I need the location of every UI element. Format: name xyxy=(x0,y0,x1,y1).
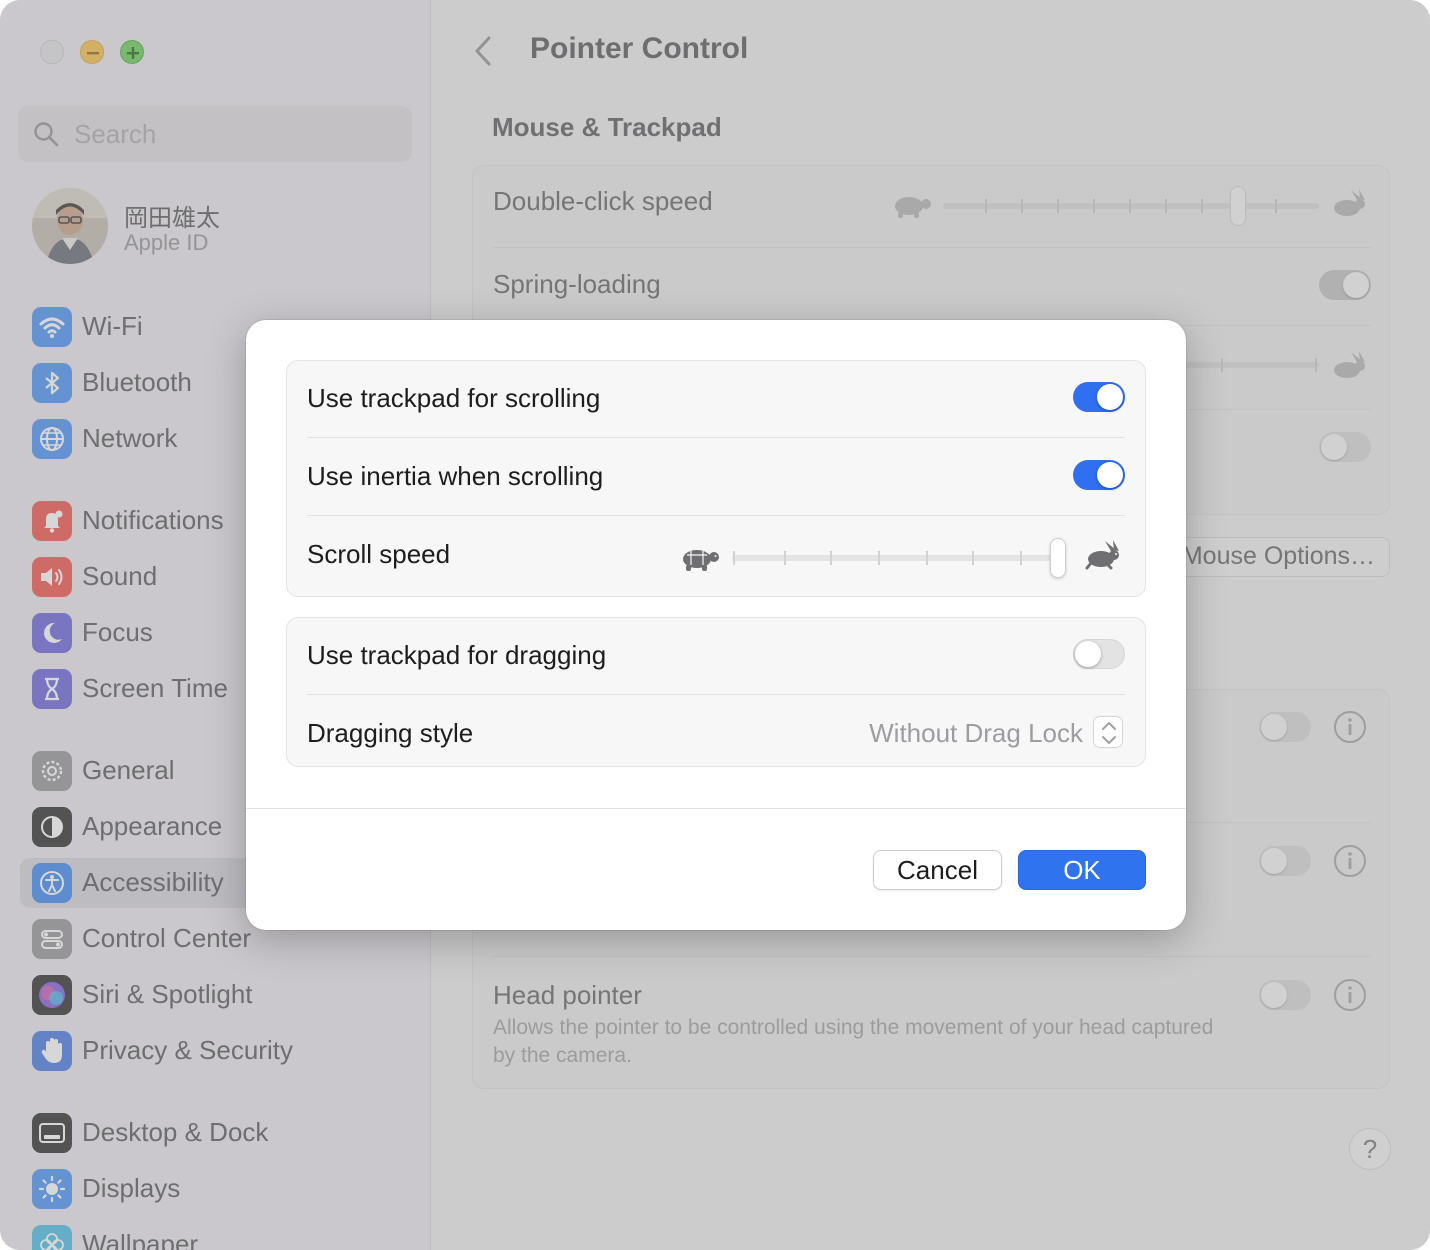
dragging-style-label: Dragging style xyxy=(307,718,474,748)
dragging-group: Use trackpad for dragging Dragging style… xyxy=(286,617,1146,767)
turtle-icon xyxy=(683,550,719,571)
scrolling-group: Use trackpad for scrolling Use inertia w… xyxy=(286,360,1146,597)
ok-button[interactable]: OK xyxy=(1018,850,1146,890)
scroll-speed-thumb[interactable] xyxy=(1050,538,1066,578)
inertia-scrolling-toggle[interactable] xyxy=(1073,460,1125,490)
trackpad-scrolling-toggle[interactable] xyxy=(1073,382,1125,412)
dragging-style-popup[interactable]: Without Drag Lock xyxy=(869,718,1083,749)
cancel-button[interactable]: Cancel xyxy=(873,850,1002,890)
settings-window: Search 岡田雄太 Apple ID Wi-Fi Bluetooth Net… xyxy=(0,0,1430,1250)
trackpad-options-sheet: Use trackpad for scrolling Use inertia w… xyxy=(246,320,1186,930)
trackpad-scrolling-label: Use trackpad for scrolling xyxy=(307,383,601,413)
chevron-up-down-icon xyxy=(1102,722,1116,744)
rabbit-icon xyxy=(1085,540,1119,570)
trackpad-dragging-label: Use trackpad for dragging xyxy=(307,640,607,670)
scroll-speed-label: Scroll speed xyxy=(307,539,451,569)
trackpad-dragging-toggle[interactable] xyxy=(1073,639,1125,669)
inertia-scrolling-label: Use inertia when scrolling xyxy=(307,461,604,491)
scroll-speed-slider[interactable] xyxy=(732,555,1066,561)
dragging-style-stepper[interactable] xyxy=(1093,716,1123,748)
